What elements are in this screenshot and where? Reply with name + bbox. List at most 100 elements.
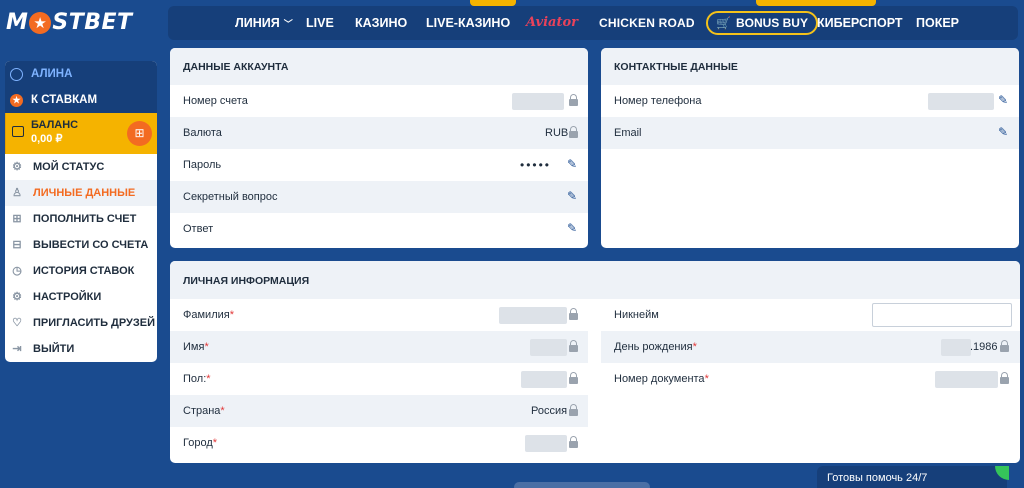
- field-label: Страна: [183, 405, 221, 417]
- nav-chicken-road[interactable]: CHICKEN ROAD: [599, 6, 695, 40]
- gear-icon: ⚙: [12, 161, 22, 173]
- hidden-value: [530, 339, 567, 356]
- online-indicator-icon: [995, 466, 1009, 480]
- mostbet-logo[interactable]: M ★ STBET: [6, 10, 133, 35]
- account-row-secret-question: Секретный вопрос ✎: [170, 181, 588, 213]
- lock-icon: [569, 340, 578, 352]
- field-label: Город: [183, 437, 213, 449]
- sidebar-item-label: ЛИЧНЫЕ ДАННЫЕ: [33, 187, 136, 199]
- country-value: Россия: [531, 405, 568, 417]
- clock-icon: ◷: [12, 265, 22, 277]
- nav-bonus-buy-label: BONUS BUY: [735, 16, 808, 30]
- hidden-value: [928, 93, 994, 110]
- star-icon: ★: [10, 93, 23, 107]
- balance-block[interactable]: БАЛАНС 0,00 ₽ ⊞: [5, 113, 157, 154]
- account-row-number: Номер счета: [170, 85, 588, 117]
- sidebar-item-status[interactable]: ⚙ МОЙ СТАТУС: [5, 154, 157, 180]
- hidden-value: [521, 371, 567, 388]
- sidebar-item-settings[interactable]: ⚙ НАСТРОЙКИ: [5, 284, 157, 310]
- field-label: Имя: [183, 341, 205, 353]
- account-data-card: ДАННЫЕ АККАУНТА Номер счета Валюта RUB П…: [170, 48, 588, 248]
- lock-icon: [1000, 372, 1009, 384]
- nav-casino[interactable]: КАЗИНО: [355, 6, 407, 40]
- field-label: Номер телефона: [614, 95, 702, 107]
- personal-row-name: Имя *: [170, 331, 588, 363]
- logout-icon: ⇥: [12, 343, 22, 355]
- contacts-row-phone: Номер телефона ✎: [601, 85, 1019, 117]
- nav-bonus-buy[interactable]: 🛒 BONUS BUY: [706, 11, 818, 35]
- contacts-row-email: Email ✎: [601, 117, 1019, 149]
- top-bar: M ★ STBET ЛИНИЯ ﹀ LIVE КАЗИНО LIVE-КАЗИНО…: [0, 0, 1024, 46]
- user-icon: ♙: [12, 187, 22, 199]
- account-row-currency: Валюта RUB: [170, 117, 588, 149]
- field-label: День рождения: [614, 341, 693, 353]
- field-label: Секретный вопрос: [183, 191, 278, 203]
- deposit-quick-button[interactable]: ⊞: [127, 121, 152, 146]
- withdraw-icon: ⊟: [12, 239, 22, 251]
- personal-row-birthday: День рождения * .1986: [601, 331, 1020, 363]
- edit-icon[interactable]: ✎: [567, 157, 577, 171]
- sidebar-item-label: ПРИГЛАСИТЬ ДРУЗЕЙ: [33, 317, 156, 329]
- edit-icon[interactable]: ✎: [998, 93, 1008, 107]
- user-name: АЛИНА: [31, 68, 73, 80]
- required-mark: *: [220, 405, 225, 417]
- hidden-value: [499, 307, 567, 324]
- sidebar-item-withdraw[interactable]: ⊟ ВЫВЕСТИ СО СЧЕТА: [5, 232, 157, 258]
- nav-aviator[interactable]: Aviator: [526, 6, 578, 40]
- lock-icon: [569, 404, 578, 416]
- nav-poker[interactable]: ПОКЕР: [916, 6, 959, 40]
- hidden-value: [512, 93, 564, 110]
- personal-row-document: Номер документа *: [601, 363, 1020, 395]
- nav-esports[interactable]: КИБЕРСПОРТ: [817, 6, 903, 40]
- sidebar-item-label: ВЫВЕСТИ СО СЧЕТА: [33, 239, 149, 251]
- account-data-title: ДАННЫЕ АККАУНТА: [170, 48, 588, 85]
- sidebar-item-bet-history[interactable]: ◷ ИСТОРИЯ СТАВОК: [5, 258, 157, 284]
- field-label: Никнейм: [614, 309, 659, 321]
- bottom-action-button[interactable]: [514, 482, 650, 488]
- chat-label: Готовы помочь 24/7: [827, 472, 928, 484]
- sidebar-item-deposit[interactable]: ⊞ ПОПОЛНИТЬ СЧЕТ: [5, 206, 157, 232]
- sidebar-item-personal-data[interactable]: ♙ ЛИЧНЫЕ ДАННЫЕ: [5, 180, 157, 206]
- profile-sidebar: АЛИНА ★ К СТАВКАМ БАЛАНС 0,00 ₽ ⊞ ⚙ МОЙ …: [5, 61, 157, 362]
- field-label: Номер счета: [183, 95, 248, 107]
- sidebar-item-label: ВЫЙТИ: [33, 343, 75, 355]
- nickname-input[interactable]: [872, 303, 1012, 327]
- wallet-icon: [12, 126, 24, 137]
- edit-icon[interactable]: ✎: [567, 189, 577, 203]
- personal-info-card: ЛИЧНАЯ ИНФОРМАЦИЯ Фамилия * Имя * Пол: * Ст…: [170, 261, 1020, 463]
- sidebar-header: АЛИНА ★ К СТАВКАМ: [5, 61, 157, 113]
- personal-row-city: Город *: [170, 427, 588, 459]
- nav-live[interactable]: LIVE: [306, 6, 334, 40]
- personal-left-column: Фамилия * Имя * Пол: * Страна * Россия Город…: [170, 299, 588, 459]
- field-label: Валюта: [183, 127, 222, 139]
- chevron-down-icon: ﹀: [283, 19, 293, 29]
- nav-line-label: ЛИНИЯ: [235, 16, 280, 30]
- account-row-answer: Ответ ✎: [170, 213, 588, 245]
- field-label: Ответ: [183, 223, 214, 235]
- lock-icon: [569, 308, 578, 320]
- support-chat-widget[interactable]: Готовы помочь 24/7: [817, 466, 1009, 488]
- field-label: Пароль: [183, 159, 222, 171]
- edit-icon[interactable]: ✎: [567, 221, 577, 235]
- required-mark: *: [229, 309, 234, 321]
- field-label: Номер документа: [614, 373, 705, 385]
- personal-row-surname: Фамилия *: [170, 299, 588, 331]
- sidebar-item-label: ИСТОРИЯ СТАВОК: [33, 265, 135, 277]
- nav-line[interactable]: ЛИНИЯ ﹀: [235, 6, 293, 40]
- sidebar-to-bets[interactable]: ★ К СТАВКАМ: [5, 87, 157, 113]
- password-value: •••••: [520, 158, 552, 172]
- sidebar-item-label: НАСТРОЙКИ: [33, 291, 102, 303]
- logo-star-icon: ★: [29, 11, 52, 34]
- required-mark: *: [704, 373, 709, 385]
- sidebar-user[interactable]: АЛИНА: [5, 61, 157, 87]
- nav-live-casino[interactable]: LIVE-КАЗИНО: [426, 6, 510, 40]
- sidebar-item-logout[interactable]: ⇥ ВЫЙТИ: [5, 336, 157, 362]
- required-mark: *: [692, 341, 697, 353]
- sidebar-item-label: МОЙ СТАТУС: [33, 161, 105, 173]
- sidebar-item-invite-friends[interactable]: ♡ ПРИГЛАСИТЬ ДРУЗЕЙ: [5, 310, 157, 336]
- personal-row-nickname: Никнейм: [601, 299, 1020, 331]
- handshake-icon: ♡: [12, 317, 22, 329]
- edit-icon[interactable]: ✎: [998, 125, 1008, 139]
- lock-icon: [569, 94, 578, 106]
- required-mark: *: [206, 373, 211, 385]
